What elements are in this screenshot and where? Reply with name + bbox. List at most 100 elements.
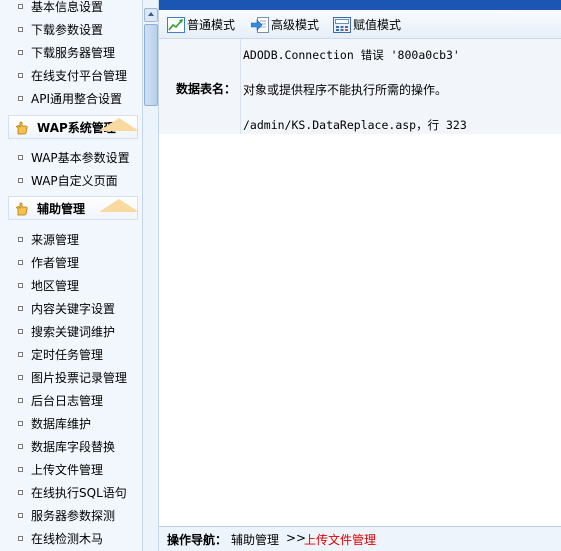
breadcrumb-aux-management[interactable]: 辅助管理 — [231, 531, 279, 548]
bullet-icon — [18, 73, 23, 78]
bullet-icon — [18, 536, 23, 541]
decorative-wedge — [99, 199, 139, 212]
bullet-icon — [18, 4, 23, 9]
assign-mode-label: 赋值模式 — [353, 18, 402, 32]
bullet-icon — [18, 283, 23, 288]
bullet-icon — [18, 513, 23, 518]
decorative-wedge — [99, 118, 139, 131]
hand-icon — [15, 202, 28, 216]
sidebar-item-sources[interactable]: 来源管理 — [18, 230, 79, 250]
group-title: 辅助管理 — [37, 202, 86, 216]
sidebar-item-label: API通用整合设置 — [31, 92, 122, 106]
sidebar-item-search-keywords[interactable]: 搜索关键词维护 — [18, 322, 115, 342]
normal-mode-label: 普通模式 — [187, 18, 236, 32]
sidebar-item-upload-files[interactable]: 上传文件管理 — [18, 460, 103, 480]
sidebar-item-db-maintenance[interactable]: 数据库维护 — [18, 414, 91, 434]
sidebar-item-label: 数据库维护 — [31, 417, 92, 431]
bullet-icon — [18, 50, 23, 55]
error-source-line: ADODB.Connection 错误 '800a0cb3' — [243, 48, 460, 62]
bullet-icon — [18, 306, 23, 311]
sidebar-item-label: 在线检测木马 — [31, 532, 104, 546]
sidebar-scrollbar[interactable] — [142, 0, 158, 551]
sidebar-item-label: WAP基本参数设置 — [31, 151, 130, 165]
chart-trend-icon — [167, 17, 185, 33]
sidebar-item-label: 地区管理 — [31, 279, 80, 293]
sidebar-item-label: 内容关键字设置 — [31, 302, 116, 316]
sidebar-item-content-keywords[interactable]: 内容关键字设置 — [18, 299, 115, 319]
bullet-icon — [18, 27, 23, 32]
error-description-line: 对象或提供程序不能执行所需的操作。 — [243, 83, 448, 97]
hand-icon — [15, 121, 28, 135]
scroll-up-button[interactable] — [144, 8, 158, 22]
sidebar-item-basic-info[interactable]: 基本信息设置 — [18, 0, 103, 17]
sidebar-item-run-sql[interactable]: 在线执行SQL语句 — [18, 483, 127, 503]
bullet-icon — [18, 490, 23, 495]
sidebar-item-label: 下载参数设置 — [31, 23, 104, 37]
bullet-icon — [18, 260, 23, 265]
error-message-cell: ADODB.Connection 错误 '800a0cb3' 对象或提供程序不能… — [241, 39, 561, 134]
sidebar-item-label: 基本信息设置 — [31, 0, 104, 14]
mode-toolbar: 普通模式 高级模式 赋值模式 — [159, 10, 561, 39]
sidebar-item-label: 定时任务管理 — [31, 348, 104, 362]
advanced-mode-button[interactable]: 高级模式 — [251, 16, 325, 34]
sidebar-item-label: 后台日志管理 — [31, 394, 104, 408]
arrow-right-icon — [251, 17, 269, 33]
sidebar-item-api-integration[interactable]: API通用整合设置 — [18, 89, 122, 109]
scrollbar-thumb[interactable] — [144, 24, 158, 106]
sidebar-item-wap-params[interactable]: WAP基本参数设置 — [18, 148, 130, 168]
sidebar-item-label: 图片投票记录管理 — [31, 371, 128, 385]
top-accent-strip — [159, 0, 561, 10]
sidebar-item-server-probe[interactable]: 服务器参数探测 — [18, 506, 115, 526]
bullet-icon — [18, 467, 23, 472]
sidebar-item-label: WAP自定义页面 — [31, 174, 118, 188]
sidebar-item-label: 服务器参数探测 — [31, 509, 116, 523]
table-name-label: 数据表名： — [175, 82, 236, 96]
sidebar-item-label: 在线执行SQL语句 — [31, 486, 127, 500]
bullet-icon — [18, 155, 23, 160]
bullet-icon — [18, 96, 23, 101]
bullet-icon — [18, 352, 23, 357]
sidebar-item-download-params[interactable]: 下载参数设置 — [18, 20, 103, 40]
sidebar-menu: 基本信息设置 下载参数设置 下载服务器管理 在线支付平台管理 API通用整合设置… — [0, 0, 142, 551]
breadcrumb-upload-files[interactable]: 上传文件管理 — [304, 531, 376, 548]
sidebar-item-wap-custom-pages[interactable]: WAP自定义页面 — [18, 171, 118, 191]
bullet-icon — [18, 398, 23, 403]
sidebar-item-db-field-replace[interactable]: 数据库字段替换 — [18, 437, 115, 457]
bullet-icon — [18, 237, 23, 242]
assign-mode-button[interactable]: 赋值模式 — [333, 16, 407, 34]
chevron-up-icon — [148, 12, 154, 16]
sidebar-item-label: 下载服务器管理 — [31, 46, 116, 60]
group-header-wap[interactable]: WAP系统管理 — [8, 115, 139, 139]
sidebar-item-admin-logs[interactable]: 后台日志管理 — [18, 391, 103, 411]
group-header-aux[interactable]: 辅助管理 — [8, 196, 139, 220]
sidebar-item-label: 上传文件管理 — [31, 463, 104, 477]
table-name-row: 数据表名： ADODB.Connection 错误 '800a0cb3' 对象或… — [159, 39, 561, 134]
nav-label: 操作导航： — [167, 533, 228, 547]
bullet-icon — [18, 375, 23, 380]
normal-mode-button[interactable]: 普通模式 — [167, 16, 241, 34]
sidebar-item-label: 在线支付平台管理 — [31, 69, 128, 83]
sidebar-item-authors[interactable]: 作者管理 — [18, 253, 79, 273]
sidebar-item-download-servers[interactable]: 下载服务器管理 — [18, 43, 115, 63]
sidebar-item-trojan-scan[interactable]: 在线检测木马 — [18, 529, 103, 549]
sidebar-item-label: 来源管理 — [31, 233, 80, 247]
sidebar-item-label: 搜索关键词维护 — [31, 325, 116, 339]
sidebar-item-regions[interactable]: 地区管理 — [18, 276, 79, 296]
content-area — [159, 134, 561, 525]
advanced-mode-label: 高级模式 — [271, 18, 320, 32]
sidebar: 基本信息设置 下载参数设置 下载服务器管理 在线支付平台管理 API通用整合设置… — [0, 0, 158, 551]
operation-nav-bar: 操作导航： 辅助管理 >> 上传文件管理 — [159, 526, 561, 551]
table-name-label-cell: 数据表名： — [159, 39, 241, 134]
main-panel: 普通模式 高级模式 赋值模式 数据表名： ADODB.Connection 错误… — [158, 0, 561, 551]
bullet-icon — [18, 178, 23, 183]
sidebar-item-scheduled-tasks[interactable]: 定时任务管理 — [18, 345, 103, 365]
bullet-icon — [18, 421, 23, 426]
calculator-icon — [333, 17, 351, 33]
error-location-line: /admin/KS.DataReplace.asp，行 323 — [243, 118, 467, 132]
sidebar-item-label: 作者管理 — [31, 256, 80, 270]
bullet-icon — [18, 329, 23, 334]
sidebar-item-image-votes[interactable]: 图片投票记录管理 — [18, 368, 127, 388]
bullet-icon — [18, 444, 23, 449]
sidebar-item-label: 数据库字段替换 — [31, 440, 116, 454]
sidebar-item-online-payment[interactable]: 在线支付平台管理 — [18, 66, 127, 86]
